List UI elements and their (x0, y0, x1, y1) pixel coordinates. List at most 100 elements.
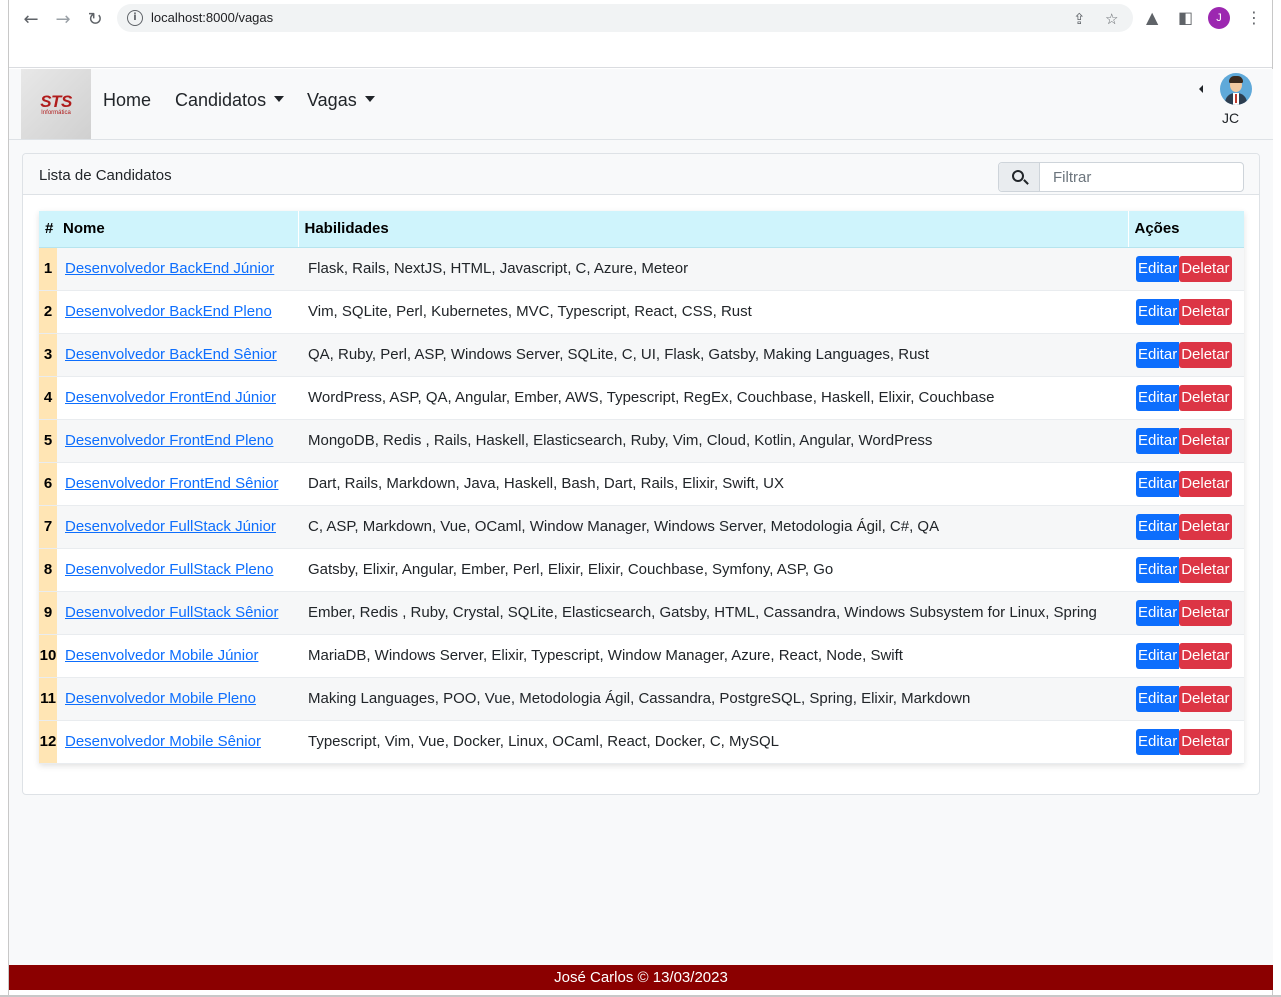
table-row: 10 Desenvolvedor Mobile Júnior MariaDB, Wi… (39, 634, 1244, 678)
delete-button[interactable]: Deletar (1179, 599, 1232, 626)
delete-button[interactable]: Deletar (1179, 341, 1232, 368)
row-nome-cell: Desenvolvedor Mobile Pleno (57, 677, 298, 721)
row-actions: Editar Deletar (1128, 548, 1244, 592)
table-row: 12 Desenvolvedor Mobile Sênior Typescript,… (39, 720, 1244, 764)
vaga-link[interactable]: Desenvolvedor FullStack Pleno (65, 561, 273, 578)
edit-button[interactable]: Editar (1136, 642, 1180, 669)
edit-button[interactable]: Editar (1136, 685, 1180, 712)
filter-group (998, 162, 1244, 192)
browser-menu-icon[interactable]: ⋮ (1246, 8, 1262, 27)
vaga-link[interactable]: Desenvolvedor BackEnd Sênior (65, 346, 277, 363)
edit-button[interactable]: Editar (1136, 384, 1180, 411)
row-number: 5 (39, 419, 57, 463)
delete-button[interactable]: Deletar (1179, 642, 1232, 669)
col-header-nome: Nome (57, 211, 298, 248)
search-icon (999, 163, 1040, 191)
main-content: Lista de Candidatos # Nome Habilidades A… (9, 140, 1273, 965)
vaga-link[interactable]: Desenvolvedor FullStack Sênior (65, 604, 278, 621)
edit-button[interactable]: Editar (1136, 255, 1180, 282)
delete-button[interactable]: Deletar (1179, 298, 1232, 325)
delete-button[interactable]: Deletar (1179, 513, 1232, 540)
table-row: 1 Desenvolvedor BackEnd Júnior Flask, Rail… (39, 247, 1244, 291)
delete-button[interactable]: Deletar (1179, 556, 1232, 583)
row-nome-cell: Desenvolvedor FullStack Sênior (57, 591, 298, 635)
row-actions: Editar Deletar (1128, 462, 1244, 506)
edit-button[interactable]: Editar (1136, 427, 1180, 454)
row-nome-cell: Desenvolvedor BackEnd Júnior (57, 247, 298, 291)
row-nome-cell: Desenvolvedor BackEnd Sênior (57, 333, 298, 377)
nav-home[interactable]: Home (103, 90, 151, 111)
row-number: 11 (39, 677, 57, 721)
edit-button[interactable]: Editar (1136, 298, 1180, 325)
address-bar[interactable]: i localhost:8000/vagas ⇪ ☆ (117, 4, 1133, 32)
row-habilidades: Gatsby, Elixir, Angular, Ember, Perl, El… (298, 548, 1128, 592)
footer: José Carlos © 13/03/2023 (9, 965, 1273, 990)
row-number: 6 (39, 462, 57, 506)
nav-candidatos-label: Candidatos (175, 90, 267, 110)
row-number: 8 (39, 548, 57, 592)
row-nome-cell: Desenvolvedor FrontEnd Júnior (57, 376, 298, 420)
share-icon[interactable]: ⇪ (1073, 10, 1086, 28)
site-info-icon[interactable]: i (127, 10, 143, 26)
delete-button[interactable]: Deletar (1179, 728, 1232, 755)
window-border-left (0, 0, 9, 997)
vaga-link[interactable]: Desenvolvedor BackEnd Júnior (65, 260, 274, 277)
edit-button[interactable]: Editar (1136, 728, 1180, 755)
row-habilidades: QA, Ruby, Perl, ASP, Windows Server, SQL… (298, 333, 1128, 377)
back-arrow-icon[interactable]: ← (20, 8, 42, 30)
edit-button[interactable]: Editar (1136, 599, 1180, 626)
vaga-link[interactable]: Desenvolvedor FrontEnd Pleno (65, 432, 273, 449)
edit-button[interactable]: Editar (1136, 470, 1180, 497)
row-number: 12 (39, 720, 57, 764)
edit-button[interactable]: Editar (1136, 556, 1180, 583)
caret-left-icon[interactable] (1199, 85, 1203, 93)
table-row: 2 Desenvolvedor BackEnd Pleno Vim, SQLite,… (39, 290, 1244, 334)
row-habilidades: Flask, Rails, NextJS, HTML, Javascript, … (298, 247, 1128, 291)
edit-button[interactable]: Editar (1136, 341, 1180, 368)
side-panel-icon[interactable]: ◧ (1178, 8, 1193, 27)
vaga-link[interactable]: Desenvolvedor Mobile Pleno (65, 690, 256, 707)
row-number: 1 (39, 247, 57, 291)
vaga-link[interactable]: Desenvolvedor FrontEnd Júnior (65, 389, 276, 406)
forward-arrow-icon[interactable]: → (52, 8, 74, 30)
sts-logo[interactable]: STS Informática (21, 69, 91, 139)
reload-icon[interactable]: ↻ (84, 8, 106, 30)
user-avatar[interactable] (1220, 73, 1252, 105)
browser-toolbar: ← → ↻ i localhost:8000/vagas ⇪ ☆ ▲ ◧ J ⋮ (0, 0, 1281, 68)
user-initials: JC (1222, 110, 1240, 126)
profile-avatar[interactable]: J (1208, 7, 1230, 29)
row-actions: Editar Deletar (1128, 591, 1244, 635)
vaga-link[interactable]: Desenvolvedor FrontEnd Sênior (65, 475, 278, 492)
row-nome-cell: Desenvolvedor Mobile Sênior (57, 720, 298, 764)
row-actions: Editar Deletar (1128, 247, 1244, 291)
extensions-icon[interactable]: ▲ (1146, 8, 1158, 27)
row-number: 4 (39, 376, 57, 420)
delete-button[interactable]: Deletar (1179, 384, 1232, 411)
card-title: Lista de Candidatos (39, 167, 172, 184)
caret-down-icon (274, 96, 285, 102)
vaga-link[interactable]: Desenvolvedor BackEnd Pleno (65, 303, 272, 320)
row-actions: Editar Deletar (1128, 677, 1244, 721)
vaga-link[interactable]: Desenvolvedor FullStack Júnior (65, 518, 276, 535)
delete-button[interactable]: Deletar (1179, 470, 1232, 497)
row-number: 3 (39, 333, 57, 377)
row-habilidades: C, ASP, Markdown, Vue, OCaml, Window Man… (298, 505, 1128, 549)
table-row: 7 Desenvolvedor FullStack Júnior C, ASP, M… (39, 505, 1244, 549)
row-number: 2 (39, 290, 57, 334)
row-actions: Editar Deletar (1128, 290, 1244, 334)
row-number: 9 (39, 591, 57, 635)
row-actions: Editar Deletar (1128, 376, 1244, 420)
nav-candidatos-dropdown[interactable]: Candidatos (175, 90, 285, 111)
delete-button[interactable]: Deletar (1179, 255, 1232, 282)
nav-vagas-dropdown[interactable]: Vagas (307, 90, 375, 111)
delete-button[interactable]: Deletar (1179, 685, 1232, 712)
caret-down-icon (364, 96, 375, 102)
delete-button[interactable]: Deletar (1179, 427, 1232, 454)
edit-button[interactable]: Editar (1136, 513, 1180, 540)
row-actions: Editar Deletar (1128, 505, 1244, 549)
row-actions: Editar Deletar (1128, 419, 1244, 463)
vaga-link[interactable]: Desenvolvedor Mobile Júnior (65, 647, 258, 664)
filter-input[interactable] (1041, 163, 1243, 191)
vaga-link[interactable]: Desenvolvedor Mobile Sênior (65, 733, 261, 750)
bookmark-star-icon[interactable]: ☆ (1105, 10, 1118, 28)
